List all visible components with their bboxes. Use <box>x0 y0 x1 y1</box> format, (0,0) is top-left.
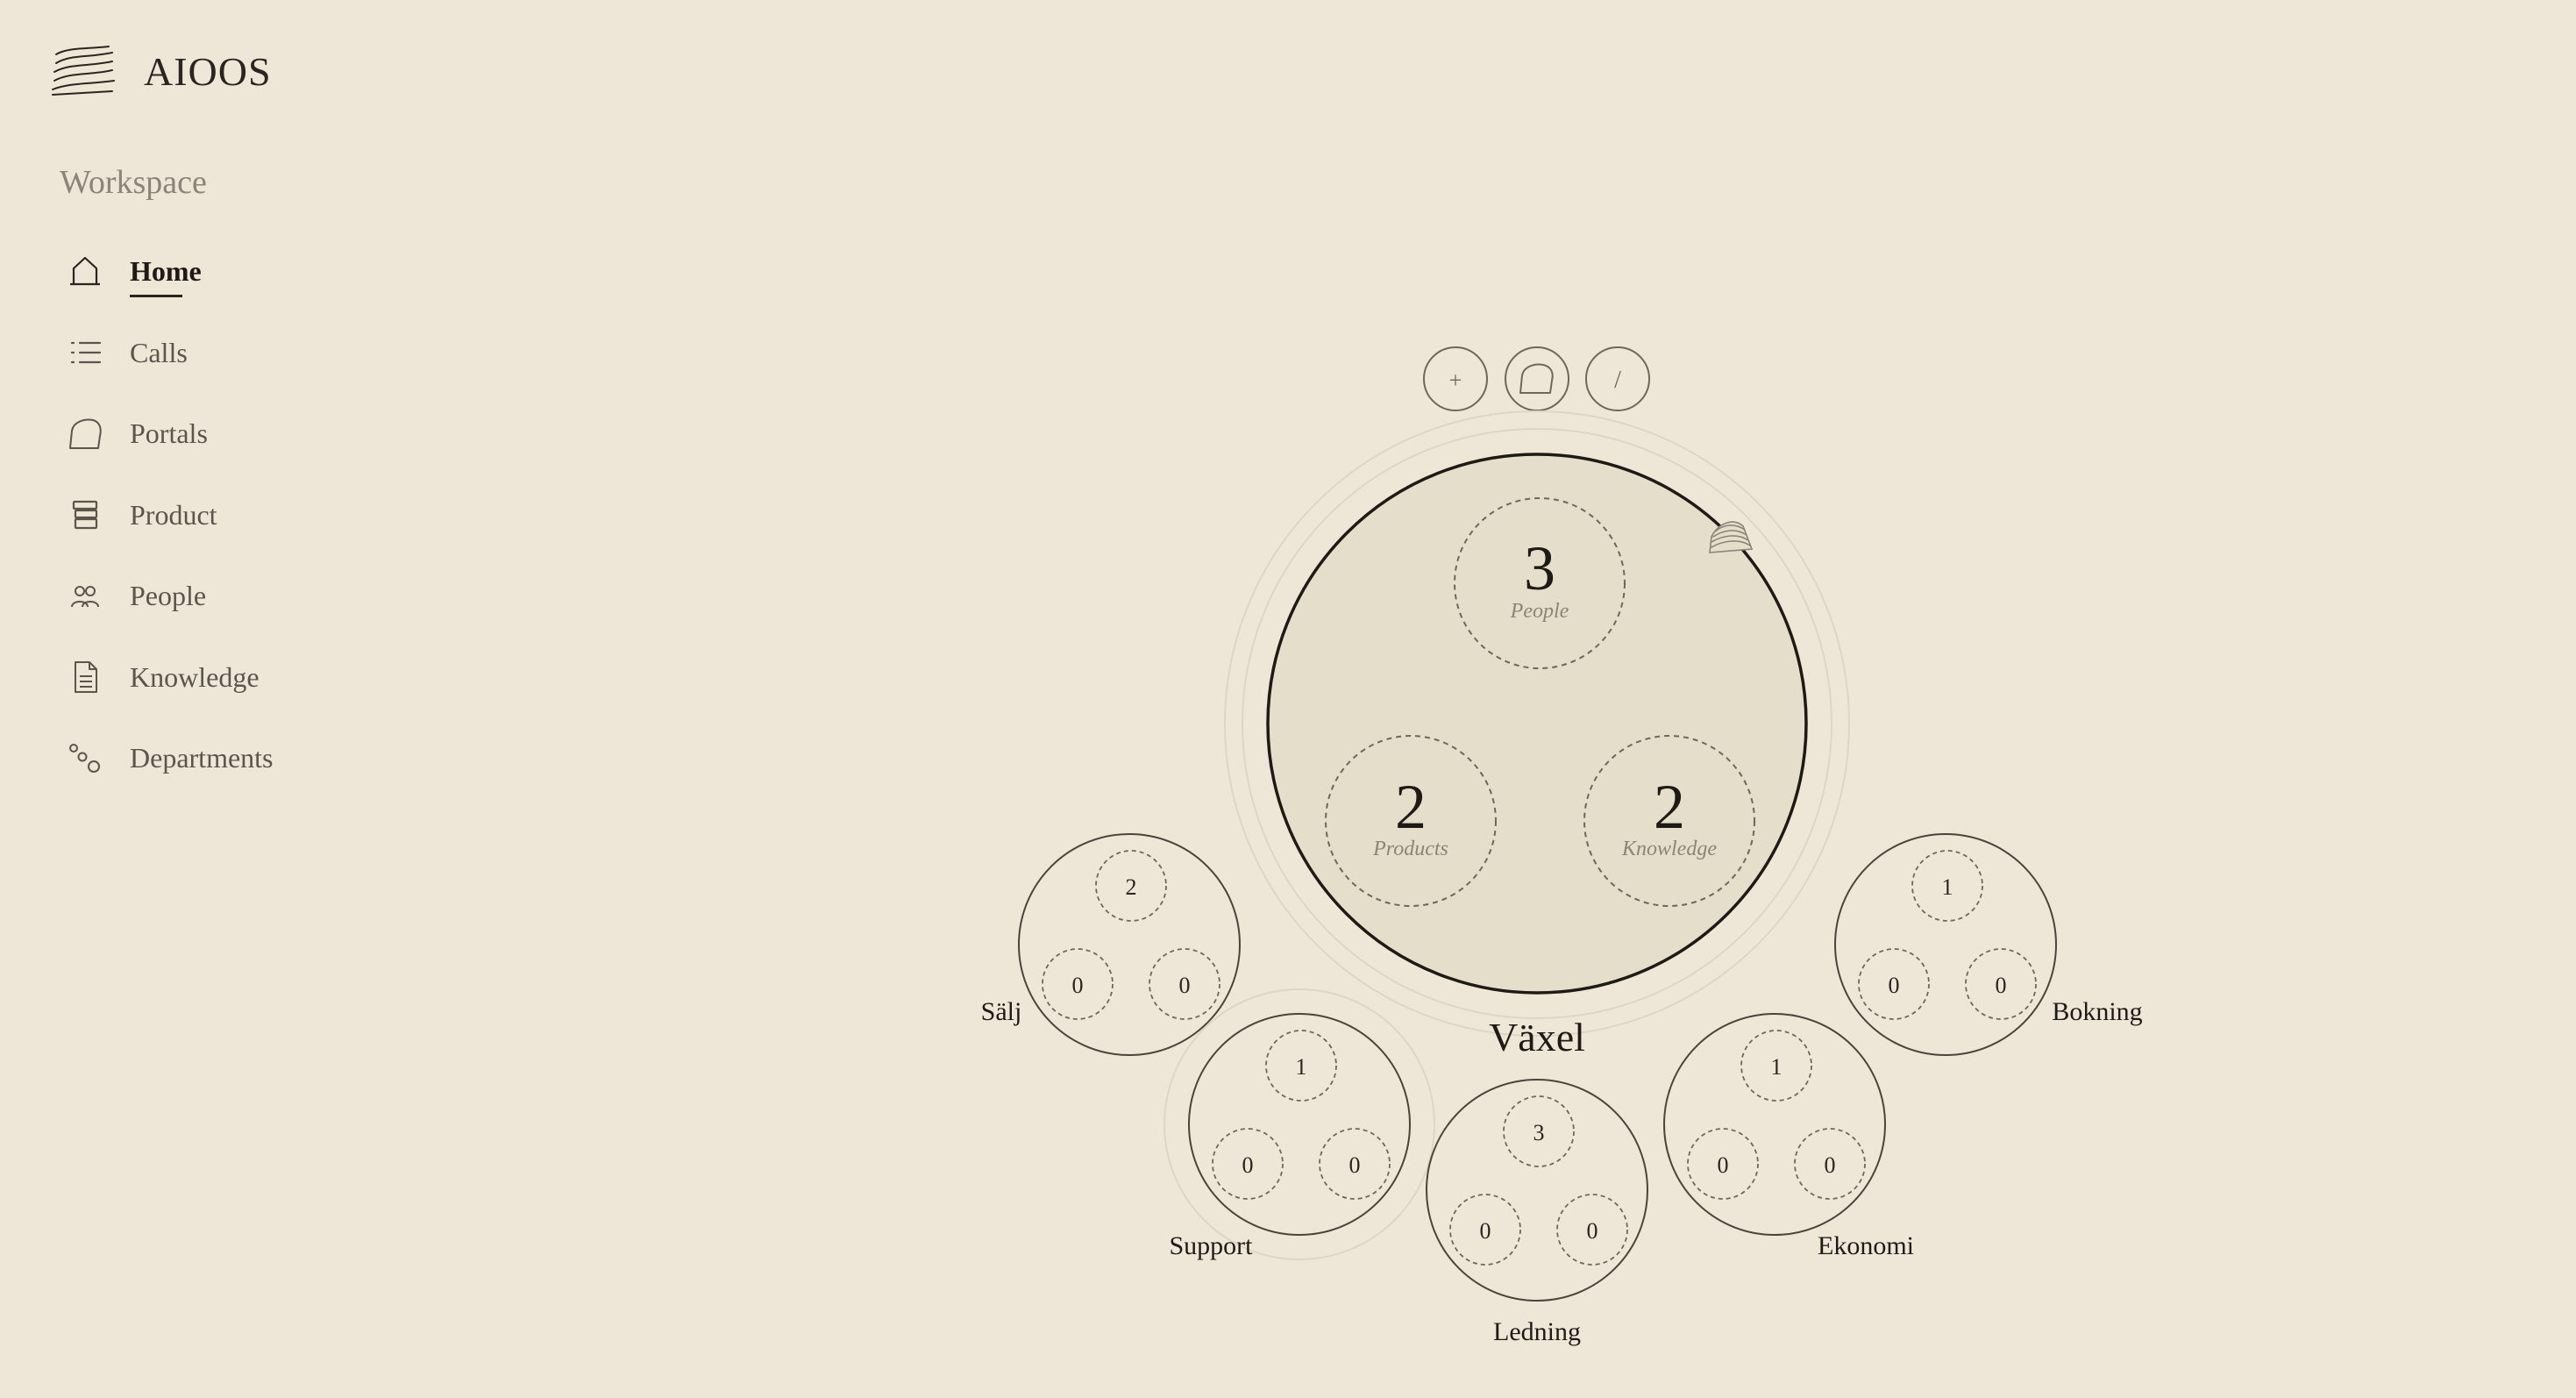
department-products-count: 0 <box>1072 973 1084 998</box>
add-button-label: + <box>1449 367 1462 393</box>
stat-value: 2 <box>1395 772 1427 842</box>
stat-label: People <box>1510 600 1569 623</box>
department-knowledge-count: 0 <box>1825 1152 1836 1178</box>
portal-button[interactable] <box>1505 346 1569 411</box>
department-products-count: 0 <box>1480 1218 1491 1244</box>
department-products-count: 0 <box>1242 1152 1254 1178</box>
department-knowledge-count: 0 <box>1587 1218 1598 1244</box>
stat-value: 2 <box>1654 772 1685 842</box>
department-node-support[interactable]: 1 0 0 <box>1188 1013 1411 1236</box>
department-knowledge-count: 0 <box>1349 1152 1361 1178</box>
department-node-salj[interactable]: 2 0 0 <box>1018 833 1241 1056</box>
department-label-salj: Sälj <box>981 997 1022 1026</box>
department-label-bokning: Bokning <box>2052 997 2142 1026</box>
department-label-ledning: Ledning <box>1493 1317 1581 1346</box>
department-knowledge-count: 0 <box>1996 973 2007 998</box>
center-node-vaxel[interactable]: 3 People 2 Products 2 Knowledge <box>1266 453 1808 995</box>
department-label-ekonomi: Ekonomi <box>1818 1231 1914 1260</box>
department-label-support: Support <box>1169 1231 1253 1260</box>
department-people-count: 3 <box>1534 1120 1545 1145</box>
department-node-ekonomi[interactable]: 1 0 0 <box>1663 1013 1886 1236</box>
department-knowledge-count: 0 <box>1179 973 1191 998</box>
add-button[interactable]: + <box>1423 346 1488 411</box>
department-node-bokning[interactable]: 1 0 0 <box>1834 833 2057 1056</box>
stat-value: 3 <box>1524 533 1555 603</box>
department-products-count: 0 <box>1889 973 1900 998</box>
organization-diagram: + / 3 People 2 Products 2 Knowledge Växe… <box>981 346 2143 1346</box>
department-people-count: 1 <box>1771 1054 1783 1080</box>
center-name: Växel <box>1489 1015 1585 1059</box>
support-halo <box>1163 988 1435 1260</box>
department-people-count: 1 <box>1296 1054 1307 1080</box>
stat-label: Knowledge <box>1621 838 1717 860</box>
department-products-count: 0 <box>1718 1152 1729 1178</box>
edit-button[interactable]: / <box>1585 346 1650 411</box>
edit-button-label: / <box>1614 367 1621 394</box>
department-people-count: 2 <box>1126 874 1137 900</box>
department-people-count: 1 <box>1942 874 1953 900</box>
department-node-ledning[interactable]: 3 0 0 <box>1426 1079 1648 1302</box>
portal-icon <box>1519 363 1554 394</box>
stat-label: Products <box>1372 838 1448 860</box>
